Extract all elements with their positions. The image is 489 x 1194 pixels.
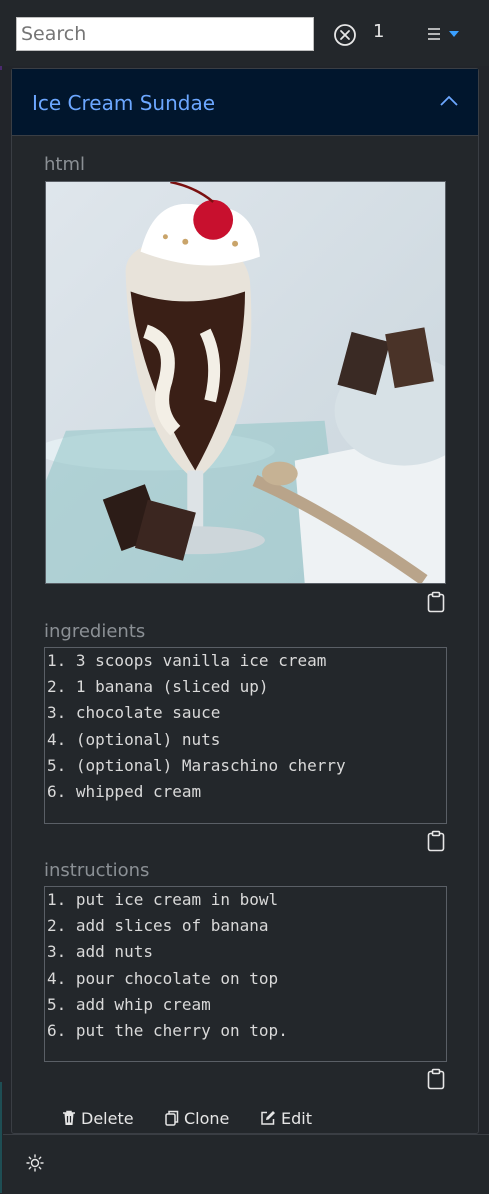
recipe-card: Ice Cream Sundae html ingredients 1. 3 s… bbox=[11, 68, 479, 1134]
top-bar: 1 bbox=[0, 0, 489, 66]
delete-label: Delete bbox=[81, 1108, 134, 1128]
instruction-line: 4. pour chocolate on top bbox=[47, 968, 279, 988]
ingredient-line: 6. whipped cream bbox=[47, 782, 202, 802]
card-actions: Delete Clone Edit bbox=[12, 1106, 478, 1132]
pencil-square-icon bbox=[261, 1111, 275, 1125]
trash-icon bbox=[63, 1110, 75, 1125]
recipe-title: Ice Cream Sundae bbox=[32, 91, 216, 115]
hamburger-caret-icon bbox=[428, 28, 459, 40]
clipboard-icon bbox=[427, 591, 445, 613]
clear-circle-x-icon bbox=[334, 24, 356, 46]
chevron-up-icon[interactable] bbox=[440, 95, 458, 107]
clipboard-icon bbox=[427, 1068, 445, 1090]
instruction-line: 5. add whip cream bbox=[47, 994, 211, 1014]
left-edge-accent-bottom bbox=[0, 1082, 2, 1193]
instruction-line: 2. add slices of banana bbox=[47, 916, 269, 936]
theme-toggle-button[interactable] bbox=[26, 1154, 44, 1172]
clone-label: Clone bbox=[184, 1108, 230, 1128]
ingredients-label: ingredients bbox=[44, 621, 146, 642]
recipe-card-header[interactable]: Ice Cream Sundae bbox=[12, 69, 478, 136]
menu-button[interactable] bbox=[424, 24, 464, 44]
ingredient-line: 5. (optional) Maraschino cherry bbox=[47, 755, 346, 775]
delete-button[interactable]: Delete bbox=[62, 1106, 134, 1130]
search-input[interactable] bbox=[16, 17, 314, 51]
ingredients-textbox[interactable]: 1. 3 scoops vanilla ice cream 2. 1 banan… bbox=[44, 647, 447, 824]
instructions-textbox[interactable]: 1. put ice cream in bowl 2. add slices o… bbox=[44, 886, 447, 1062]
result-count: 1 bbox=[373, 21, 385, 42]
copy-image-button[interactable] bbox=[427, 591, 445, 613]
clone-button[interactable]: Clone bbox=[165, 1106, 229, 1130]
copy-ingredients-button[interactable] bbox=[427, 830, 445, 852]
clipboard-icon bbox=[427, 830, 445, 852]
ingredient-line: 3. chocolate sauce bbox=[47, 703, 221, 723]
instructions-label: instructions bbox=[44, 860, 150, 881]
instruction-line: 1. put ice cream in bowl bbox=[47, 890, 279, 909]
copy-instructions-button[interactable] bbox=[427, 1068, 445, 1090]
ingredient-line: 4. (optional) nuts bbox=[47, 729, 221, 749]
instruction-line: 3. add nuts bbox=[47, 942, 153, 962]
copy-icon bbox=[165, 1110, 179, 1126]
sun-icon bbox=[26, 1154, 44, 1172]
edit-label: Edit bbox=[281, 1108, 312, 1128]
clear-search-button[interactable] bbox=[333, 23, 357, 47]
edit-button[interactable]: Edit bbox=[260, 1106, 312, 1130]
sundae-photo bbox=[45, 181, 446, 584]
instruction-line: 6. put the cherry on top. bbox=[47, 1021, 288, 1041]
footer-bar bbox=[3, 1134, 489, 1194]
image-label: html bbox=[44, 154, 86, 175]
ingredient-line: 1. 3 scoops vanilla ice cream bbox=[47, 651, 327, 670]
ingredient-line: 2. 1 banana (sliced up) bbox=[47, 677, 269, 697]
